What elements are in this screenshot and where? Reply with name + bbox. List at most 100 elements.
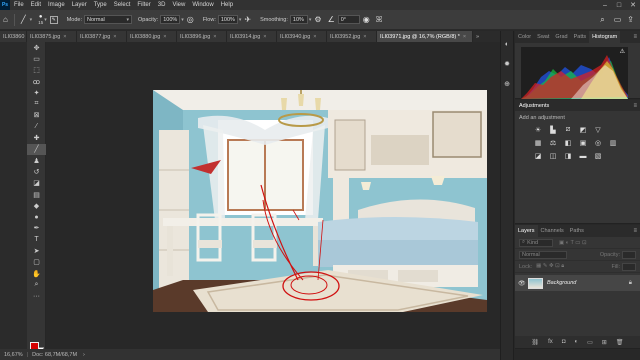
search-icon[interactable]: ⌕ [600,15,604,25]
exposure-icon[interactable]: ◩ [578,125,588,135]
tab-ili03896[interactable]: ILI03896.jpg × [177,31,227,42]
brush-settings-panel-icon[interactable]: ✹ [501,57,513,71]
brush-settings-icon[interactable]: ✎ [49,15,58,24]
menu-3d[interactable]: 3D [158,2,166,8]
opacity-field[interactable]: 100% [160,15,181,24]
new-group-icon[interactable]: ▭ [587,339,593,346]
close-icon[interactable]: × [263,34,266,40]
link-layers-icon[interactable]: ⛓ [532,339,540,346]
frame-tool-icon[interactable]: ⊠ [27,110,46,121]
move-tool-icon[interactable]: ✥ [27,42,46,53]
lock-icons[interactable]: ▦ ✎ ✥ ⊡ 🔒︎ [536,263,564,270]
threshold-icon[interactable]: ◨ [563,151,573,161]
tab-ili03860[interactable]: ILI03860 [0,31,27,42]
chevron-down-icon[interactable]: ▾ [181,17,184,23]
tab-ili03952[interactable]: ILI03952.jpg × [327,31,377,42]
invert-icon[interactable]: ◪ [533,151,543,161]
channel-mixer-icon[interactable]: ◎ [593,138,603,148]
adjustments-title[interactable]: Adjustments [519,103,549,109]
symmetry-icon[interactable]: ꕤ [376,15,383,25]
menu-filter[interactable]: Filter [137,2,150,8]
menu-file[interactable]: File [14,2,24,8]
close-icon[interactable]: × [113,34,116,40]
brush-tool-icon[interactable]: ╱ [27,143,46,155]
lasso-tool-icon[interactable]: ꝏ [27,76,46,87]
flow-field[interactable]: 100% [217,15,238,24]
adjustments-panel-icon[interactable]: ⊕ [501,77,513,91]
chevron-down-icon[interactable]: ▾ [44,17,47,23]
crop-tool-icon[interactable]: ⌗ [27,98,46,109]
black-white-icon[interactable]: ◧ [563,138,573,148]
tab-ili03875[interactable]: ILI03875.jpg × [27,31,77,42]
home-icon[interactable]: ⌂ [3,15,8,24]
chevron-down-icon[interactable]: ▾ [239,17,242,23]
maximize-button[interactable]: □ [612,0,626,10]
close-icon[interactable]: × [463,34,466,40]
close-icon[interactable]: × [363,34,366,40]
smoothing-field[interactable]: 10% [289,15,308,24]
tab-patterns[interactable]: Patts [571,31,590,43]
tab-ili03880[interactable]: ILI03880.jpg × [127,31,177,42]
menu-view[interactable]: View [172,2,185,8]
close-icon[interactable]: × [213,34,216,40]
menu-image[interactable]: Image [48,2,65,8]
gradient-map-icon[interactable]: ▬ [578,151,588,161]
selective-color-icon[interactable]: ▧ [593,151,603,161]
marquee-tool-icon[interactable]: ⬚ [27,65,46,76]
pen-tool-icon[interactable]: ✒ [27,223,46,234]
new-layer-icon[interactable]: ⊞ [602,339,607,346]
share-icon[interactable]: ⇪ [627,15,634,24]
clone-stamp-tool-icon[interactable]: ♟ [27,155,46,166]
photo-filter-icon[interactable]: ▣ [578,138,588,148]
menu-edit[interactable]: Edit [31,2,41,8]
zoom-tool-icon[interactable]: ⌕ [27,279,46,290]
layer-opacity-field[interactable] [622,250,636,259]
tab-layers[interactable]: Layers [515,225,538,237]
tab-ili03940[interactable]: ILI03940.jpg × [277,31,327,42]
hand-tool-icon[interactable]: ✋ [27,268,46,279]
panel-menu-icon[interactable]: ≡ [633,34,637,40]
filter-icons[interactable]: ▣ ◐ T ▭ ⊡ [559,240,587,246]
blur-tool-icon[interactable]: ◆ [27,200,46,211]
more-tools-icon[interactable]: ··· [27,291,46,302]
color-balance-icon[interactable]: ⚖ [548,138,558,148]
layer-style-icon[interactable]: fx [548,339,553,345]
tab-swatches[interactable]: Swat [534,31,552,43]
chevron-down-icon[interactable]: ▾ [30,17,33,23]
zoom-level[interactable]: 16,67% [4,352,23,358]
airbrush-icon[interactable]: ✈ [244,15,251,24]
close-icon[interactable]: × [313,34,316,40]
menu-window[interactable]: Window [192,2,213,8]
tab-overflow[interactable]: » [473,31,500,42]
artboard-tool-icon[interactable]: ▭ [27,53,46,64]
status-menu-arrow[interactable]: › [83,352,85,358]
delete-layer-icon[interactable]: 🗑︎ [616,339,624,346]
layer-name[interactable]: Background [547,280,576,286]
tab-ili03971-active[interactable]: ILI03971.jpg @ 16,7% (RGB/8) * × [377,31,473,42]
color-lookup-icon[interactable]: ▥ [608,138,618,148]
pressure-opacity-icon[interactable]: ◎ [187,15,194,24]
tab-ili03914[interactable]: ILI03914.jpg × [227,31,277,42]
brightness-contrast-icon[interactable]: ☀ [533,125,543,135]
tab-ili03877[interactable]: ILI03877.jpg × [77,31,127,42]
vibrance-icon[interactable]: ▽ [593,125,603,135]
menu-select[interactable]: Select [114,2,131,8]
tab-color[interactable]: Color [515,31,534,43]
tab-paths[interactable]: Paths [567,225,587,237]
gradient-tool-icon[interactable]: ▤ [27,189,46,200]
levels-icon[interactable]: ▙ [548,125,558,135]
menu-help[interactable]: Help [221,2,233,8]
menu-layer[interactable]: Layer [72,2,87,8]
angle-icon[interactable]: ∠ [328,15,335,24]
blend-mode-select[interactable]: Normal [519,250,567,259]
kind-filter-select[interactable]: ⌕ Kind [519,238,553,247]
minimize-button[interactable]: – [598,0,612,10]
eyedropper-tool-icon[interactable]: ⁄ [27,121,46,132]
new-adjustment-layer-icon[interactable]: ◐ [574,339,578,345]
gear-icon[interactable]: ⚙ [314,15,321,24]
layer-fill-field[interactable] [622,262,636,271]
path-selection-tool-icon[interactable]: ➤ [27,245,46,256]
brush-tool-preset-icon[interactable]: ╱ [21,15,26,24]
eraser-tool-icon[interactable]: ◪ [27,178,46,189]
panel-menu-icon[interactable]: ≡ [633,228,637,234]
